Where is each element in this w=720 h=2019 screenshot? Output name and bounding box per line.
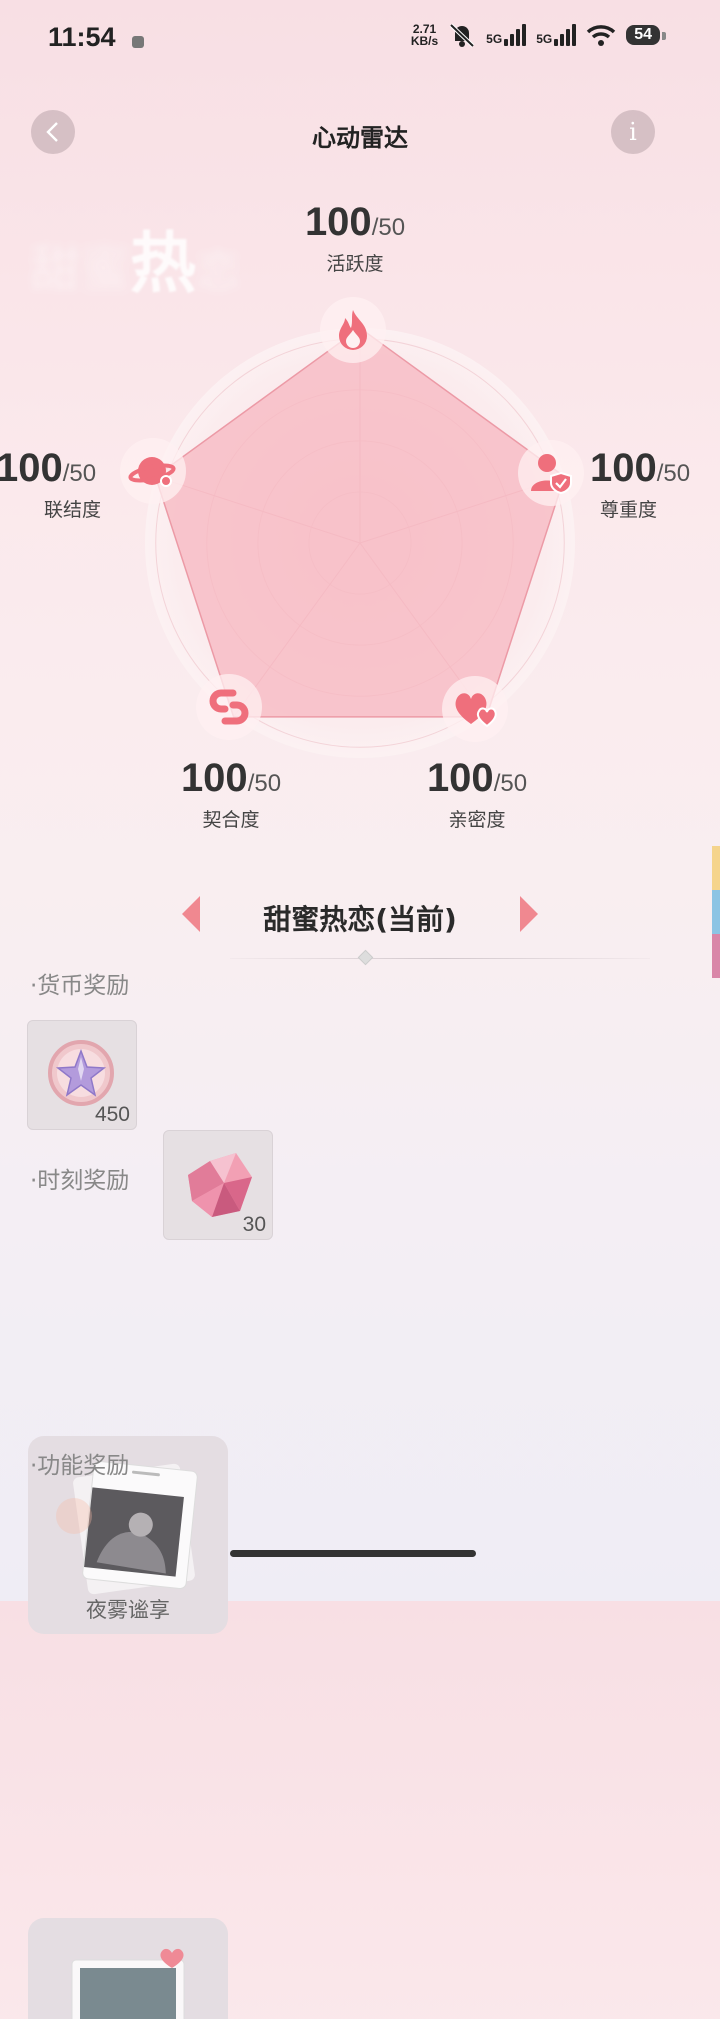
currency-reward-star-coin[interactable]: 450 xyxy=(27,1020,137,1130)
moment-rewards-label: ·时刻奖励 xyxy=(30,1168,130,1194)
currency-reward-count: 450 xyxy=(94,1103,130,1126)
stat-respect: 100/50 尊重度 xyxy=(590,446,720,522)
stage-title: 甜蜜热恋(当前) xyxy=(263,903,457,936)
photo-frame-heart-icon xyxy=(71,1948,185,2019)
stat-respect-max: /50 xyxy=(656,460,691,487)
flame-icon xyxy=(339,310,367,350)
stage-divider xyxy=(230,958,650,959)
function-reward-card[interactable] xyxy=(28,1918,228,2019)
stat-fit-label: 契合度 xyxy=(202,809,260,831)
stat-fit-max: /50 xyxy=(247,770,282,797)
stat-fit: 100/50 契合度 xyxy=(156,756,306,832)
side-tab-blue[interactable] xyxy=(712,890,720,934)
home-indicator[interactable] xyxy=(230,1550,476,1557)
currency-reward-count: 30 xyxy=(242,1213,266,1236)
link-icon xyxy=(209,689,249,725)
stat-intimacy: 100/50 亲密度 xyxy=(402,756,552,832)
radar-chart xyxy=(145,327,575,758)
side-tab-yellow[interactable] xyxy=(712,846,720,890)
respect-icon-badge xyxy=(518,440,584,506)
stat-respect-label: 尊重度 xyxy=(600,499,658,521)
stat-activity-value: 100 xyxy=(304,200,372,244)
stat-connection-label: 联结度 xyxy=(44,499,102,521)
stat-activity-max: /50 xyxy=(371,214,406,241)
stat-intimacy-value: 100 xyxy=(426,756,494,800)
stat-fit-value: 100 xyxy=(180,756,248,800)
activity-icon-badge xyxy=(320,297,386,363)
stat-intimacy-max: /50 xyxy=(493,770,528,797)
currency-reward-crystal[interactable]: 30 xyxy=(163,1130,273,1240)
side-tab-pink[interactable] xyxy=(712,934,720,978)
side-tab-strip[interactable] xyxy=(712,846,720,978)
stat-connection-max: /50 xyxy=(62,460,97,487)
hearts-icon xyxy=(455,693,497,728)
function-rewards-label: ·功能奖励 xyxy=(30,1453,130,1479)
stat-activity: 100/50 活跃度 xyxy=(280,200,430,276)
stat-connection-value: 100 xyxy=(0,446,63,490)
intimacy-icon-badge xyxy=(442,676,508,742)
stat-activity-label: 活跃度 xyxy=(326,253,384,275)
stat-respect-value: 100 xyxy=(590,446,657,490)
stage-divider-diamond xyxy=(357,949,374,966)
currency-rewards-label: ·货币奖励 xyxy=(30,973,130,999)
person-shield-icon xyxy=(531,454,572,495)
moment-reward-caption: 夜雾谧享 xyxy=(86,1598,170,1622)
fit-icon-badge xyxy=(196,674,262,740)
stat-intimacy-label: 亲密度 xyxy=(448,809,506,831)
stat-connection: 100/50 联结度 xyxy=(0,446,146,522)
next-stage-arrow[interactable] xyxy=(520,896,538,932)
